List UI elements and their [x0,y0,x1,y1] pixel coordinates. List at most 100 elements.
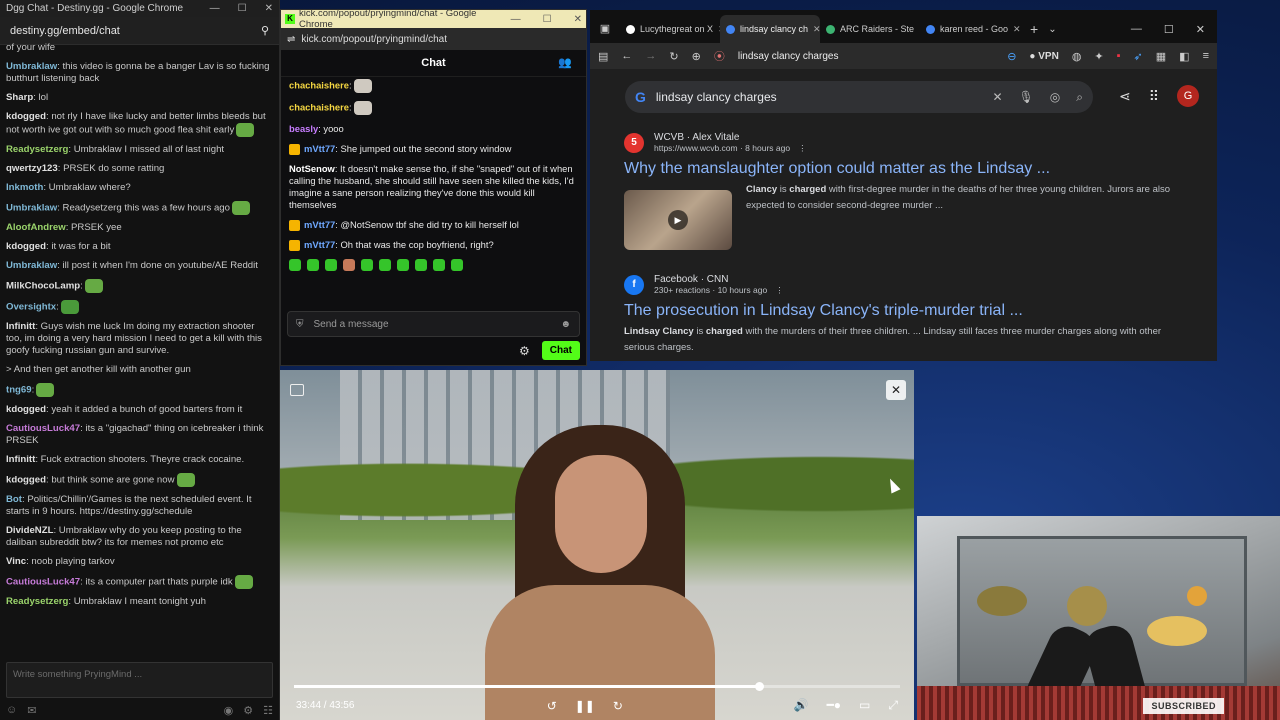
close-icon[interactable]: ✕ [574,14,582,25]
omnibox-input[interactable]: lindsay clancy charges [738,51,994,62]
puzzle-icon[interactable]: ✦ [1094,50,1103,63]
chat-username[interactable]: kdogged [6,475,46,486]
avatar[interactable]: G [1177,85,1199,107]
rewind-icon[interactable]: ↺ [547,699,557,713]
chat-username[interactable]: Inkmoth [6,182,43,193]
chat-username[interactable]: chachaishere [289,79,349,90]
emote-shortcut[interactable] [361,259,373,272]
share-icon[interactable]: ⋖ [1119,88,1131,105]
apps-grid-icon[interactable]: ⠿ [1149,88,1159,105]
volume-slider[interactable]: ━● [827,698,841,713]
chat-username[interactable]: kdogged [6,241,46,252]
emote-shortcut[interactable] [451,259,463,272]
chat-username[interactable]: Infinitt [6,454,35,465]
reload-icon[interactable]: ↻ [669,50,678,63]
emoji-icon[interactable]: ☺ [6,704,17,716]
sidebar-icon[interactable]: ▤ [598,50,608,63]
more-options-icon[interactable]: ⋮ [798,143,807,153]
chat-username[interactable]: Umbraklaw [6,61,57,72]
result-source[interactable]: 5 WCVB · Alex Vitale https://www.wcvb.com … [624,132,1184,154]
back-icon[interactable]: ← [621,50,632,62]
extension-icon[interactable]: ◍ [1072,50,1082,63]
dgg-address-bar[interactable]: destiny.gg/embed/chat ⚲ [0,17,279,45]
minimize-icon[interactable]: — [511,14,521,25]
tab-close-icon[interactable]: ✕ [1013,24,1020,35]
chat-username[interactable]: Vinc [6,556,26,567]
chat-username[interactable]: mVtt77 [304,239,335,250]
browser-tab[interactable]: Lucythegreat on X✕ [620,15,720,43]
translate-icon[interactable]: ⊖ [1007,50,1016,63]
forward-skip-icon[interactable]: ↻ [613,699,623,713]
chat-username[interactable]: CautiousLuck47 [6,577,80,588]
video-progress-bar[interactable] [294,682,900,691]
browser-tab[interactable]: lindsay clancy ch ✕ [720,15,820,43]
new-tab-button[interactable]: + [1020,21,1048,43]
chat-username[interactable]: mVtt77 [304,143,335,154]
chat-username[interactable]: chachaishere [289,101,349,112]
chat-username[interactable]: MilkChocoLamp [6,281,80,292]
maximize-icon[interactable]: ☐ [1164,23,1174,36]
maximize-icon[interactable]: ☐ [543,14,552,25]
video-scrubber-handle[interactable] [755,682,765,691]
more-options-icon[interactable]: ⋮ [775,285,784,295]
result-title-link[interactable]: Why the manslaughter option could matter… [624,160,1184,178]
chat-username[interactable]: qwertzy123 [6,163,58,174]
emote-shortcut[interactable] [307,259,319,272]
chat-username[interactable]: Readysetzerg [6,596,68,607]
chat-username[interactable]: kdogged [6,404,46,415]
result-source[interactable]: f Facebook · CNN 230+ reactions · 10 hours… [624,274,1184,296]
emote-shortcut[interactable] [343,259,355,272]
whisper-icon[interactable]: ✉ [27,704,36,717]
clear-icon[interactable]: ✕ [992,90,1002,105]
chat-username[interactable]: Umbraklaw [6,260,57,271]
volume-icon[interactable]: 🔊 [794,698,809,713]
site-info-icon[interactable]: ⇌ [287,34,295,45]
shield-extension-icon[interactable]: ◧ [1179,50,1189,63]
chat-username[interactable]: Bot [6,494,22,505]
close-icon[interactable]: ✕ [1196,23,1205,36]
browser-tab[interactable]: ARC Raiders - Ste✕ [820,15,920,43]
chat-username[interactable]: AloofAndrew [6,222,66,233]
search-query[interactable]: lindsay clancy charges [656,90,983,104]
emote-shortcut[interactable] [379,259,391,272]
dgg-titlebar[interactable]: Dgg Chat - Destiny.gg - Google Chrome — … [0,0,279,17]
chat-username[interactable]: Infinitt [6,321,35,332]
site-info-icon[interactable]: ⊕ [692,50,701,63]
badge-extension-icon[interactable]: ▪ [1117,50,1121,62]
chat-username[interactable]: tng69 [6,385,32,396]
chat-username[interactable]: mVtt77 [304,219,335,230]
gear-icon[interactable]: ⚙ [519,344,530,358]
chat-username[interactable]: beasly [289,123,318,134]
eye-icon[interactable]: ◉ [224,704,234,717]
chat-send-button[interactable]: Chat [541,341,580,360]
emote-shortcut[interactable] [325,259,337,272]
emote-shortcut[interactable] [415,259,427,272]
chat-username[interactable]: Readysetzerg [6,144,68,155]
menu-icon[interactable]: ≡ [1203,50,1209,62]
emote-shortcut[interactable] [397,259,409,272]
screenshot-icon[interactable]: ▦ [1156,50,1166,63]
settings-icon[interactable]: ⚙ [243,704,253,717]
lens-icon[interactable]: ◎ [1050,90,1060,105]
dgg-chat-input[interactable]: Write something PryingMind ... [6,662,273,698]
minimize-icon[interactable]: — [210,3,220,14]
chevron-down-icon[interactable]: ⌄ [1048,24,1056,43]
emote-shortcut[interactable] [433,259,445,272]
forward-icon[interactable]: → [645,50,656,62]
kick-message-input[interactable]: ⛨ Send a message ☻ [287,311,580,337]
google-search-box[interactable]: G lindsay clancy charges ✕ 🎙 ◎ ⌕ [625,81,1093,113]
tab-search-icon[interactable]: ▣ [590,13,620,43]
users-icon[interactable]: 👥 [558,50,572,77]
emote-shortcut[interactable] [289,259,301,272]
users-icon[interactable]: ☷ [263,704,273,717]
search-icon[interactable]: ⌕ [1076,90,1083,105]
microphone-icon[interactable]: 🎙 [1019,90,1034,105]
maximize-icon[interactable]: ☐ [238,3,247,14]
arrow-extension-icon[interactable]: ➶ [1134,50,1143,63]
picture-in-picture-icon[interactable] [290,384,304,396]
browser-tab[interactable]: karen reed - Goo ✕ [920,15,1020,43]
kick-address-bar[interactable]: ⇌ kick.com/popout/pryingmind/chat [281,28,586,50]
video-thumbnail[interactable]: ▶ [624,190,732,250]
chat-username[interactable]: Oversightx [6,302,56,313]
vpn-button[interactable]: ● VPN [1029,51,1058,62]
